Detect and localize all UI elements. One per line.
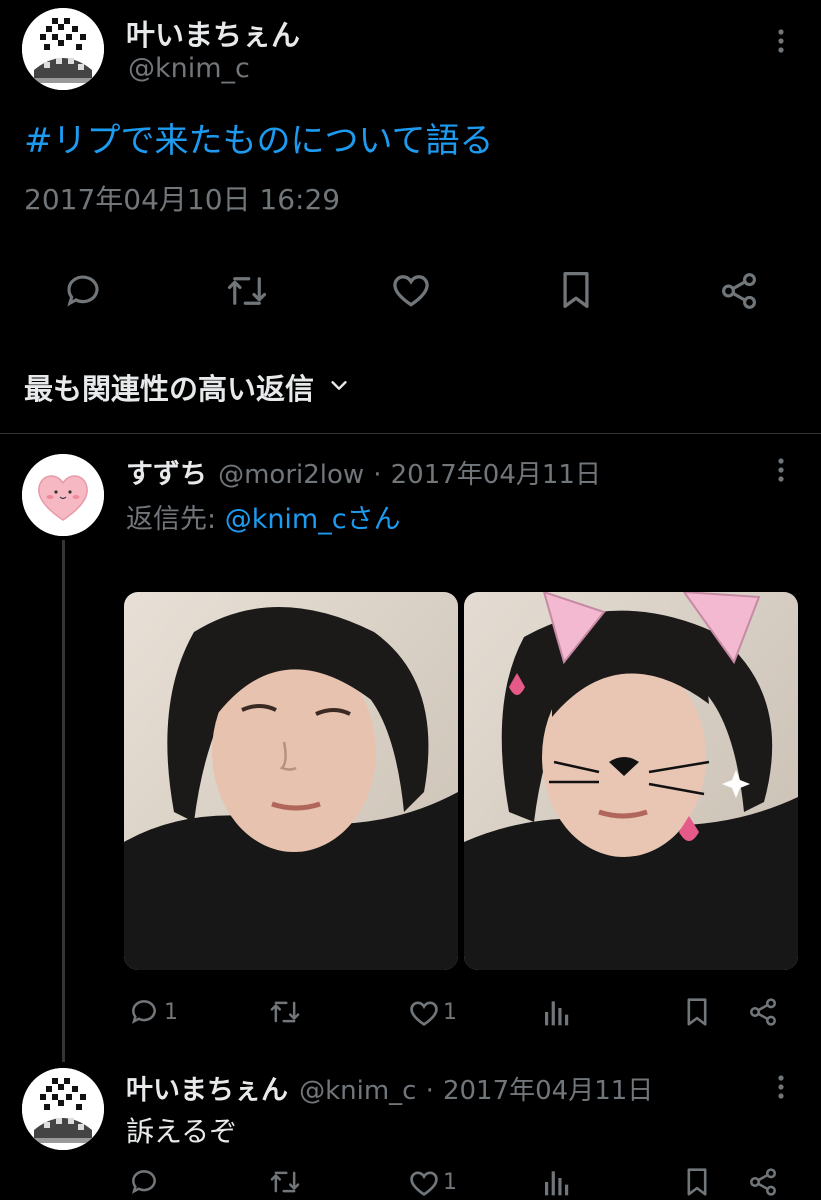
share-icon[interactable] bbox=[747, 1166, 779, 1198]
avatar[interactable] bbox=[22, 8, 104, 90]
like-icon[interactable] bbox=[389, 268, 433, 312]
bookmark-icon[interactable] bbox=[682, 995, 712, 1029]
sort-label: 最も関連性の高い返信 bbox=[24, 372, 315, 406]
display-name[interactable]: すずち bbox=[126, 459, 207, 490]
media-image[interactable] bbox=[464, 592, 798, 970]
reply-to-prefix: 返信先: bbox=[126, 504, 225, 535]
media-image[interactable] bbox=[124, 592, 458, 970]
handle[interactable]: @knim_c bbox=[128, 53, 250, 84]
retweet-icon[interactable] bbox=[224, 270, 270, 312]
reply-icon[interactable] bbox=[128, 996, 160, 1028]
bookmark-icon[interactable] bbox=[556, 268, 596, 312]
sort-selector[interactable]: 最も関連性の高い返信 bbox=[24, 366, 350, 408]
like-icon[interactable] bbox=[407, 996, 441, 1030]
views-icon[interactable] bbox=[542, 996, 572, 1028]
thread-line bbox=[62, 540, 65, 1062]
retweet-icon[interactable] bbox=[268, 996, 302, 1028]
more-icon[interactable] bbox=[774, 28, 788, 54]
like-count: 1 bbox=[443, 1170, 457, 1195]
reply-header: 叶いまちぇん @knim_c · 2017年04月11日 bbox=[126, 1068, 653, 1107]
avatar[interactable] bbox=[22, 1068, 104, 1150]
handle[interactable]: @knim_c bbox=[299, 1076, 416, 1106]
reply-to-line: 返信先: @knim_cさん bbox=[126, 497, 401, 536]
avatar[interactable] bbox=[22, 454, 104, 536]
handle[interactable]: @mori2low bbox=[218, 460, 364, 490]
reply-date[interactable]: 2017年04月11日 bbox=[391, 460, 601, 490]
reply-to-handle[interactable]: @knim_cさん bbox=[225, 504, 401, 535]
display-name[interactable]: 叶いまちぇん bbox=[126, 1075, 288, 1106]
separator: · bbox=[425, 1076, 434, 1106]
separator: · bbox=[373, 460, 382, 490]
reply-icon[interactable] bbox=[62, 270, 104, 312]
reply-text: 訴えるぞ bbox=[126, 1115, 238, 1148]
reply-icon[interactable] bbox=[128, 1166, 160, 1198]
reply-header: すずち @mori2low · 2017年04月11日 bbox=[126, 452, 601, 491]
like-count: 1 bbox=[443, 1000, 457, 1025]
views-icon[interactable] bbox=[542, 1166, 572, 1198]
more-icon[interactable] bbox=[774, 457, 788, 483]
reply-date[interactable]: 2017年04月11日 bbox=[443, 1076, 653, 1106]
more-icon[interactable] bbox=[774, 1074, 788, 1100]
reply-count: 1 bbox=[164, 1000, 178, 1025]
bookmark-icon[interactable] bbox=[682, 1165, 712, 1199]
hashtag-link[interactable]: #リプで来たものについて語る bbox=[24, 113, 493, 162]
like-icon[interactable] bbox=[407, 1166, 441, 1200]
retweet-icon[interactable] bbox=[268, 1166, 302, 1198]
display-name[interactable]: 叶いまちぇん bbox=[126, 12, 300, 54]
share-icon[interactable] bbox=[747, 996, 779, 1028]
tweet-timestamp[interactable]: 2017年04月10日 16:29 bbox=[24, 178, 340, 218]
divider bbox=[0, 433, 821, 434]
share-icon[interactable] bbox=[718, 270, 760, 312]
chevron-down-icon bbox=[328, 374, 350, 400]
